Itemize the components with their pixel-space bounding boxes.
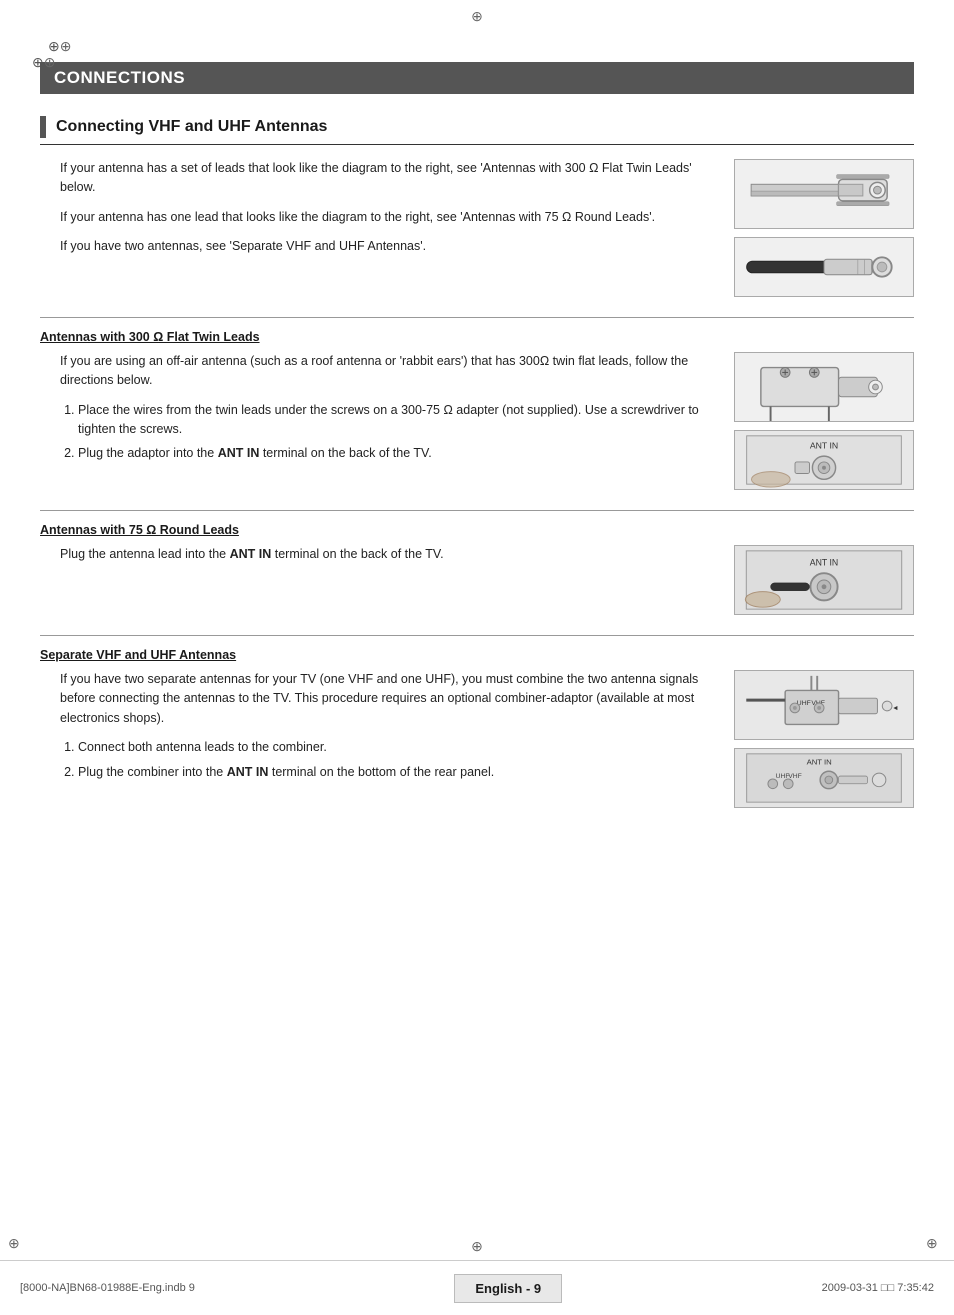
flat-twin-diagrams: ANT IN [734,352,914,490]
ant-in-bold-1: ANT IN [218,446,260,460]
corner-mark-br: ⊕ [926,1235,946,1255]
ant-in-bold-3: ANT IN [227,765,269,779]
separator-2 [40,510,914,511]
separate-step-2: Plug the combiner into the ANT IN termin… [78,763,714,782]
round-text-col: Plug the antenna lead into the ANT IN te… [40,545,714,615]
flat-twin-heading: Antennas with 300 Ω Flat Twin Leads [40,330,914,344]
diagram-adapter [734,352,914,422]
svg-text:◄: ◄ [892,705,899,712]
separator-1 [40,317,914,318]
separate-body: If you have two separate antennas for yo… [60,670,714,728]
heading-bar [40,116,46,138]
sub-section-title: Connecting VHF and UHF Antennas [56,118,327,136]
footer: [8000-NA]BN68-01988E-Eng.indb 9 English … [0,1260,954,1315]
round-body: Plug the antenna lead into the ANT IN te… [60,545,714,564]
bottom-center-mark: ⊕ [471,1238,483,1255]
diagram-ant-in-1: ANT IN [734,430,914,490]
ant-in-bold-2: ANT IN [230,547,272,561]
corner-mark-tr: ⊕ [32,54,48,70]
flat-twin-content: If you are using an off-air antenna (suc… [40,352,914,490]
round-content: Plug the antenna lead into the ANT IN te… [40,545,914,615]
footer-left: [8000-NA]BN68-01988E-Eng.indb 9 [20,1282,195,1294]
round-section: Antennas with 75 Ω Round Leads Plug the … [40,523,914,615]
separate-step-1: Connect both antenna leads to the combin… [78,738,714,757]
flat-twin-section: Antennas with 300 Ω Flat Twin Leads If y… [40,330,914,490]
sub-section-heading: Connecting VHF and UHF Antennas [40,116,914,145]
separate-diagrams: UHF VHF [734,670,914,808]
svg-text:ANT IN: ANT IN [807,757,832,766]
diagram-ant-in-2: ANT IN [734,545,914,615]
intro-round-text: If your antenna has one lead that looks … [60,208,714,227]
round-diagrams: ANT IN [734,545,914,615]
intro-section: If your antenna has a set of leads that … [40,159,914,297]
round-heading: Antennas with 75 Ω Round Leads [40,523,914,537]
separate-steps: Connect both antenna leads to the combin… [78,738,714,782]
diagram-ant-in-combiner: ANT IN UHF VHF [734,748,914,808]
separate-heading: Separate VHF and UHF Antennas [40,648,914,662]
footer-center: English - 9 [454,1274,562,1303]
page-container: ⊕ ⊕ ⊕ CONNECTIONS Connecting VHF and UHF… [0,0,954,1315]
separator-3 [40,635,914,636]
top-center-mark: ⊕ [471,8,483,25]
diagram-flat-twin-intro [734,159,914,229]
flat-twin-step-1: Place the wires from the twin leads unde… [78,401,714,439]
footer-right: 2009-03-31 □□ 7:35:42 [822,1282,934,1294]
intro-diagrams [734,159,914,297]
section-title: CONNECTIONS [40,62,914,94]
corner-mark-bl: ⊕ [8,1235,28,1255]
corner-mark-tl: ⊕ [48,38,64,54]
separate-section: Separate VHF and UHF Antennas If you hav… [40,648,914,808]
separate-text-col: If you have two separate antennas for yo… [40,670,714,808]
svg-text:ANT IN: ANT IN [810,557,838,567]
flat-twin-text-col: If you are using an off-air antenna (suc… [40,352,714,490]
flat-twin-steps: Place the wires from the twin leads unde… [78,401,714,463]
flat-twin-step-2: Plug the adaptor into the ANT IN termina… [78,444,714,463]
intro-separate-text: If you have two antennas, see 'Separate … [60,237,714,256]
svg-text:ANT IN: ANT IN [810,440,838,450]
flat-twin-body: If you are using an off-air antenna (suc… [60,352,714,391]
intro-text-col: If your antenna has a set of leads that … [40,159,714,297]
intro-flat-twin-text: If your antenna has a set of leads that … [60,159,714,198]
diagram-combiner: UHF VHF [734,670,914,740]
diagram-round-intro [734,237,914,297]
separate-content: If you have two separate antennas for yo… [40,670,914,808]
